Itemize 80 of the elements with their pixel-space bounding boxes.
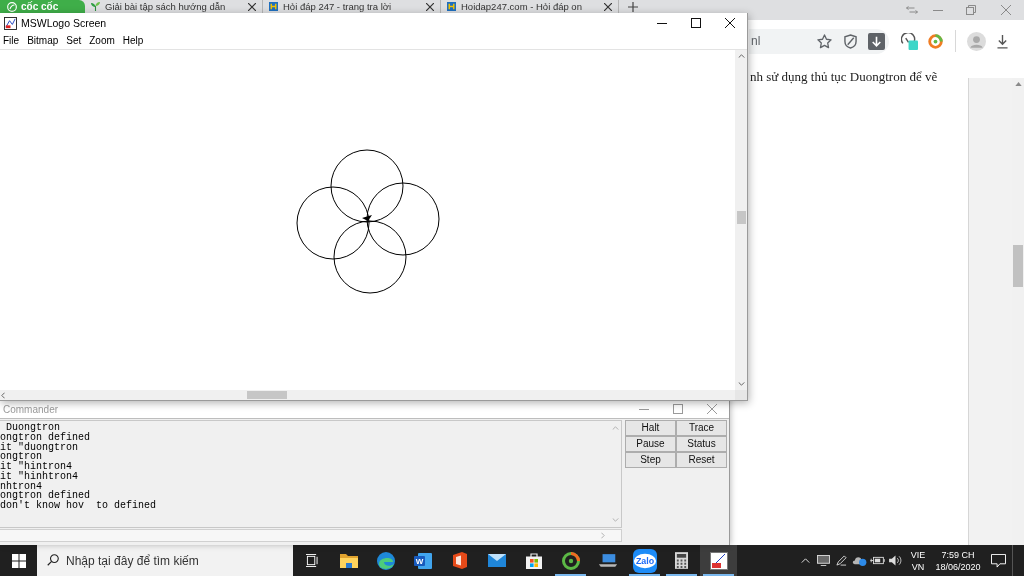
close-icon[interactable] — [604, 2, 612, 11]
gauge-icon[interactable] — [900, 32, 918, 50]
star-icon[interactable] — [816, 33, 832, 49]
close-icon[interactable] — [725, 18, 735, 28]
command-button[interactable]: Trace — [676, 420, 727, 436]
folder-icon — [339, 553, 358, 568]
output-line: ongtron — [0, 452, 42, 462]
drawing-app-icon — [709, 551, 728, 570]
plus-icon[interactable] — [628, 2, 638, 12]
cloud-globe-icon[interactable] — [851, 555, 867, 566]
taskbar-app-button[interactable] — [700, 545, 737, 576]
output-line: ongtron defined — [0, 432, 91, 443]
scroll-thumb[interactable] — [736, 211, 746, 224]
site-logo-icon — [447, 2, 456, 11]
window-title: Commander — [3, 403, 59, 415]
output-line: don't know hov to defined — [0, 501, 158, 511]
restore-icon[interactable] — [966, 5, 976, 15]
chevron-down-icon[interactable] — [737, 382, 745, 386]
command-button[interactable]: Step — [625, 452, 676, 468]
horizontal-scrollbar[interactable] — [0, 390, 735, 400]
command-input-field[interactable] — [0, 529, 622, 542]
chat-bubble-icon: Zalo — [632, 548, 657, 573]
command-button[interactable]: Status — [676, 436, 727, 452]
battery-icon[interactable] — [869, 556, 885, 565]
page-text: nh sử dụng thủ tục Duongtron để vẽ — [750, 69, 938, 84]
chevron-left-icon[interactable] — [1, 391, 5, 399]
chevron-up-icon[interactable] — [1014, 82, 1022, 86]
menu-item[interactable]: Zoom — [85, 33, 119, 49]
notification-icon[interactable] — [990, 553, 1006, 568]
shopping-bag-icon — [525, 552, 542, 569]
speaker-icon[interactable] — [888, 555, 902, 566]
ring-icon — [561, 551, 580, 570]
mail-icon — [487, 554, 506, 567]
scrollbar-corner — [735, 390, 747, 400]
scroll-thumb[interactable] — [1013, 245, 1023, 287]
minimize-icon[interactable] — [657, 22, 667, 24]
close-icon[interactable] — [248, 2, 256, 11]
office-icon — [452, 552, 467, 569]
task-view-icon — [305, 554, 318, 567]
output-line: it "hintron4 — [0, 462, 72, 472]
address-bar[interactable]: nl — [749, 28, 889, 54]
laptop-icon — [597, 553, 618, 568]
menu-item[interactable]: Bitmap — [23, 33, 63, 49]
command-button[interactable]: Halt — [625, 420, 676, 436]
windows-logo-icon — [11, 553, 26, 568]
download-icon[interactable] — [867, 32, 885, 50]
command-button[interactable]: Reset — [676, 452, 727, 468]
search-icon — [47, 554, 59, 566]
output-line: nhtron4 — [0, 481, 43, 492]
vertical-scrollbar[interactable] — [1012, 78, 1024, 545]
menu-item[interactable]: File — [0, 33, 24, 49]
drawing-app-icon — [4, 16, 17, 30]
taskbar-app-button[interactable]: W — [404, 545, 441, 576]
download-arrow-icon[interactable] — [996, 33, 1008, 49]
menu-item[interactable]: Set — [62, 33, 86, 49]
turtle-icon — [362, 215, 372, 221]
taskbar-app-button[interactable]: Zalo — [626, 545, 663, 576]
pen-icon[interactable] — [835, 555, 847, 566]
output-line: ongtron defined — [0, 491, 91, 501]
ring-icon[interactable] — [927, 33, 943, 49]
search-field[interactable]: Nhập tại đây để tìm kiếm — [37, 545, 293, 576]
clock[interactable]: 7:59 CH 18/06/2020 — [932, 545, 984, 576]
shield-icon[interactable] — [843, 33, 857, 49]
scroll-thumb[interactable] — [247, 391, 287, 399]
site-logo-icon — [269, 2, 278, 11]
menu-item[interactable]: Help — [118, 33, 148, 49]
maximize-icon[interactable] — [691, 18, 701, 28]
calculator-icon — [675, 552, 688, 569]
output-line: it "hinhtron4 — [0, 471, 79, 482]
swirl-icon — [376, 551, 395, 570]
monitor-icon[interactable] — [816, 555, 830, 566]
sprout-icon — [91, 2, 100, 11]
language-indicator[interactable]: VIE VN — [904, 545, 932, 576]
close-icon[interactable] — [426, 2, 434, 11]
command-button[interactable]: Pause — [625, 436, 676, 452]
chevron-up-icon[interactable] — [737, 54, 745, 58]
vertical-scrollbar[interactable] — [735, 50, 747, 390]
window-title: MSWLogo Screen — [21, 17, 107, 29]
output-line: Duongtron — [5, 423, 60, 433]
output-line: it "duongtron — [0, 442, 79, 453]
